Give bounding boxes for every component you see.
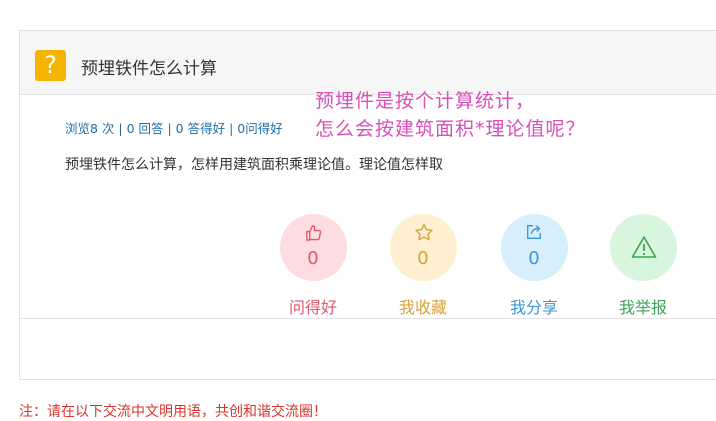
favorite-button[interactable]: 0 我收藏 xyxy=(383,214,463,318)
question-description: 预埋铁件怎么计算，怎样用建筑面积乘理论值。理论值怎样取 xyxy=(65,157,443,173)
favorite-circle[interactable]: 0 xyxy=(389,214,457,281)
star-icon xyxy=(414,223,433,241)
action-bar: 0 问得好 0 我收藏 0 我分享 我举报 xyxy=(20,214,716,324)
share-label: 我分享 xyxy=(509,298,558,317)
question-stats: 浏览8 次 | 0 回答 | 0 答得好 | 0问得好 xyxy=(65,121,283,136)
thumbs-up-icon xyxy=(305,225,321,241)
question-title: 预埋铁件怎么计算 xyxy=(81,59,217,79)
report-button[interactable]: 我举报 xyxy=(603,214,683,318)
report-circle[interactable] xyxy=(609,214,677,281)
overlay-line-1: 预埋件是按个计算统计， xyxy=(315,90,536,112)
overlay-line-2: 怎么会按建筑面积*理论值呢？ xyxy=(315,118,586,140)
question-mark-icon: ? xyxy=(35,50,66,81)
share-circle[interactable]: 0 xyxy=(500,214,568,281)
warning-icon xyxy=(631,236,656,258)
share-icon xyxy=(526,225,541,239)
share-count: 0 xyxy=(528,248,540,269)
report-label: 我举报 xyxy=(618,298,667,317)
good-question-button[interactable]: 0 问得好 xyxy=(273,214,353,318)
good-question-label: 问得好 xyxy=(288,298,337,317)
favorite-count: 0 xyxy=(417,248,429,269)
good-question-circle[interactable]: 0 xyxy=(279,214,347,281)
civility-notice: 注：请在以下交流中文明用语，共创和谐交流圈！ xyxy=(19,404,327,420)
favorite-label: 我收藏 xyxy=(398,298,447,317)
answer-overlay-text: 预埋件是按个计算统计， 怎么会按建筑面积*理论值呢？ xyxy=(315,87,586,143)
good-question-count: 0 xyxy=(307,248,319,269)
question-header: ? 预埋铁件怎么计算 xyxy=(20,31,716,95)
share-button[interactable]: 0 我分享 xyxy=(494,214,574,318)
question-card: ? 预埋铁件怎么计算 浏览8 次 | 0 回答 | 0 答得好 | 0问得好 预… xyxy=(19,30,716,380)
card-divider xyxy=(20,318,716,319)
